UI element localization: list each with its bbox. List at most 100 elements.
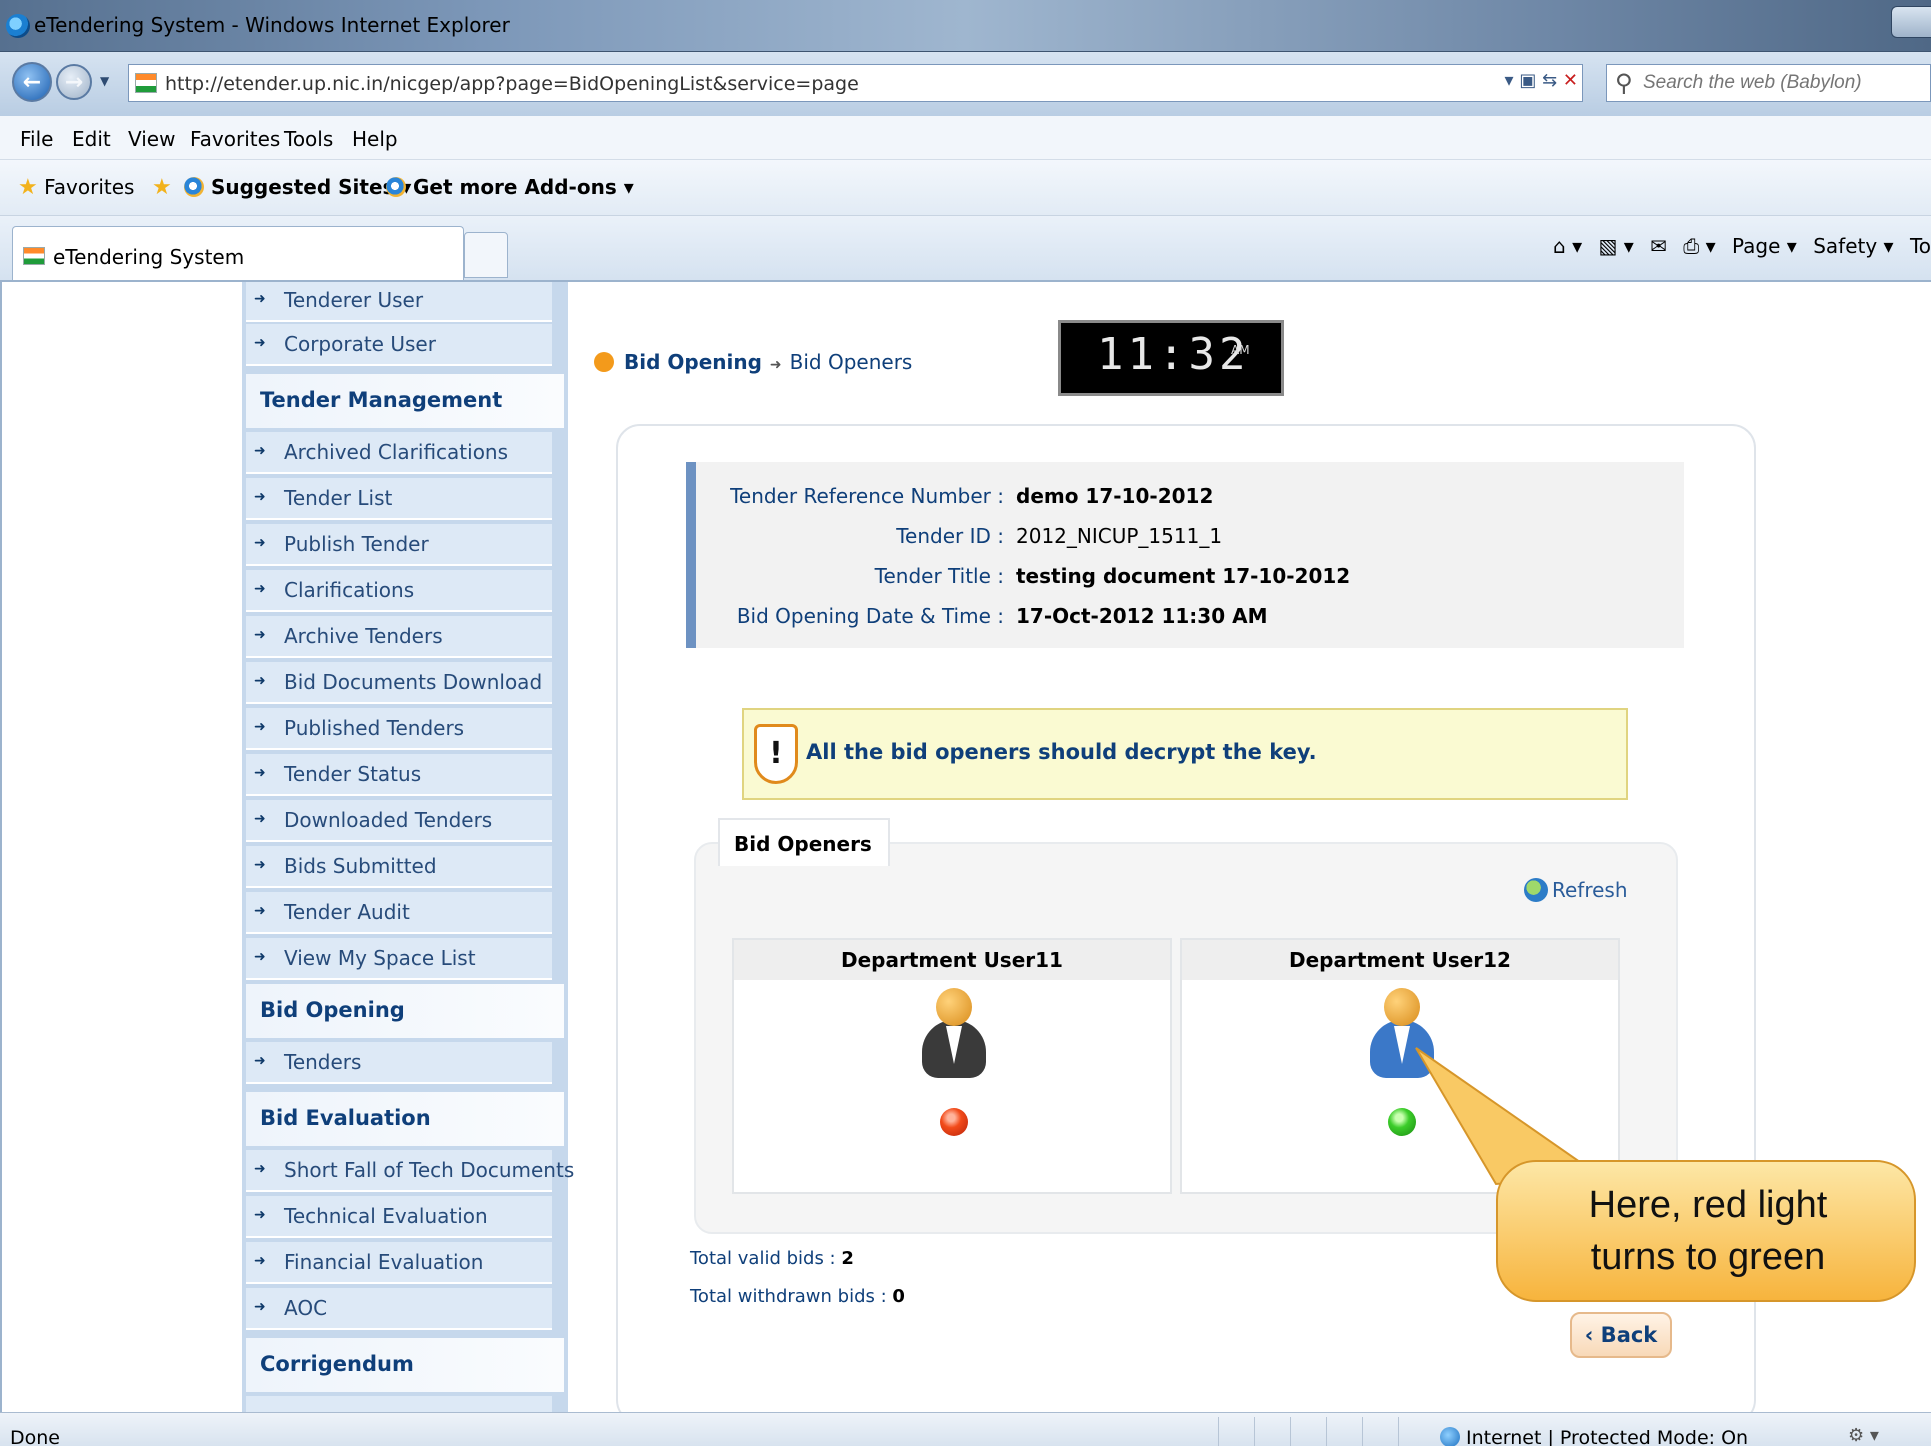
sidebar-item-published-tenders[interactable]: ➜ Published Tenders (246, 708, 552, 750)
minimize-button[interactable] (1891, 6, 1931, 38)
address-bar[interactable]: http://etender.up.nic.in/nicgep/app?page… (128, 64, 1583, 102)
print-icon[interactable]: ⎙ ▾ (1683, 234, 1715, 258)
tools-menu[interactable]: To (1910, 234, 1931, 258)
suggested-sites-button[interactable]: Suggested Sites ▾ (184, 175, 411, 199)
sidebar-item-bid-documents-download[interactable]: ➜ Bid Documents Download (246, 662, 552, 704)
search-icon[interactable]: ⚲ (1615, 69, 1633, 97)
bid-opening-date-value: 17-Oct-2012 11:30 AM (1016, 604, 1268, 628)
alert-box: ! All the bid openers should decrypt the… (742, 708, 1628, 800)
tender-title-label: Tender Title : (874, 564, 1004, 588)
sidebar-item-technical-evaluation[interactable]: ➜ Technical Evaluation (246, 1196, 552, 1238)
compatibility-view-icon[interactable]: ▣ (1519, 70, 1536, 91)
avatar-head (936, 988, 972, 1026)
mail-icon[interactable]: ✉ (1650, 234, 1667, 258)
sidebar-item-short-fall-of-tech-documents[interactable]: ➜ Short Fall of Tech Documents (246, 1150, 574, 1192)
callout-line2: turns to green (1590, 1236, 1826, 1278)
sidebar-item-downloaded-tenders[interactable]: ➜ Downloaded Tenders (246, 800, 552, 842)
menu-view[interactable]: View (128, 127, 175, 151)
zoom-icon[interactable]: ⚙ ▾ (1848, 1425, 1879, 1446)
tab-etendering[interactable]: eTendering System (12, 226, 464, 280)
sidebar-item-archive-tenders[interactable]: ➜ Archive Tenders (246, 616, 552, 658)
site-favicon-icon (135, 73, 157, 93)
dropdown-icon[interactable]: ▾ (1505, 70, 1514, 91)
menu-favorites[interactable]: Favorites (190, 127, 280, 151)
sidebar-item-financial-evaluation[interactable]: ➜ Financial Evaluation (246, 1242, 552, 1284)
arrow-right-icon: ➜ (254, 949, 266, 965)
history-dropdown-icon[interactable]: ▼ (100, 74, 109, 88)
address-tools: ▾ ▣ ⇆ ✕ (1505, 70, 1578, 91)
bid-opener-name: Department User11 (841, 948, 1063, 972)
sidebar-item-tender-status[interactable]: ➜ Tender Status (246, 754, 552, 796)
tender-id-label: Tender ID : (896, 524, 1004, 548)
sidebar-item-tenderer-user[interactable]: ➜ Tenderer User (246, 282, 552, 322)
status-bar: Done Internet | Protected Mode: On ⚙ ▾ (0, 1412, 1931, 1446)
sidebar-item-tenders[interactable]: ➜ Tenders (246, 1042, 552, 1084)
bid-opening-date-row: Bid Opening Date & Time : 17-Oct-2012 11… (696, 604, 1684, 638)
command-bar: ⌂ ▾ ▧ ▾ ✉ ⎙ ▾ Page ▾ Safety ▾ To (1543, 234, 1931, 258)
page-menu[interactable]: Page ▾ (1732, 234, 1797, 258)
sidebar-heading-bid-evaluation: Bid Evaluation (246, 1092, 564, 1146)
window-title: eTendering System - Windows Internet Exp… (34, 13, 510, 37)
menu-help[interactable]: Help (352, 127, 398, 151)
sidebar-item-view-my-space-list[interactable]: ➜ View My Space List (246, 938, 552, 980)
sidebar-item-tender-audit[interactable]: ➜ Tender Audit (246, 892, 552, 934)
status-separator (1290, 1417, 1291, 1446)
ie-page-icon (386, 177, 406, 197)
forward-button[interactable]: → (56, 64, 92, 100)
sidebar-item-clarifications[interactable]: ➜ Clarifications (246, 570, 552, 612)
url-text[interactable]: http://etender.up.nic.in/nicgep/app?page… (165, 73, 859, 95)
refresh-link[interactable]: Refresh (1524, 878, 1628, 902)
callout-bubble: Here, red light turns to green (1496, 1160, 1916, 1302)
stop-icon[interactable]: ✕ (1563, 70, 1578, 91)
callout-line1: Here, red light (1588, 1184, 1828, 1226)
site-favicon-icon (23, 247, 45, 265)
alert-message: All the bid openers should decrypt the k… (806, 740, 1317, 764)
safety-menu[interactable]: Safety ▾ (1813, 234, 1893, 258)
back-page-button[interactable]: ‹ Back (1570, 1312, 1672, 1358)
sidebar-item-tender-list[interactable]: ➜ Tender List (246, 478, 552, 520)
home-icon[interactable]: ⌂ ▾ (1553, 234, 1582, 258)
sidebar-item-corporate-user[interactable]: ➜ Corporate User (246, 324, 552, 366)
new-tab-button[interactable] (464, 232, 508, 278)
menu-file[interactable]: File (20, 127, 53, 151)
sidebar-item-publish-tender[interactable]: ➜ Publish Tender (246, 524, 552, 566)
get-addons-button[interactable]: Get more Add-ons ▾ (386, 175, 634, 199)
get-addons-label: Get more Add-ons ▾ (412, 175, 634, 199)
search-input[interactable] (1643, 71, 1923, 95)
menu-edit[interactable]: Edit (72, 127, 111, 151)
breadcrumb-separator-icon: ➜ (769, 357, 782, 373)
sidebar-item-aoc[interactable]: ➜ AOC (246, 1288, 552, 1330)
clock-time: 11:32 (1097, 329, 1250, 380)
back-arrow-icon: ← (22, 69, 42, 95)
add-to-favorites-button[interactable]: ★ (152, 175, 172, 200)
arrow-right-icon: ➜ (254, 673, 266, 689)
status-separator (1362, 1417, 1363, 1446)
tab-bar: eTendering System ⌂ ▾ ▧ ▾ ✉ ⎙ ▾ Page ▾ S… (0, 216, 1931, 282)
breadcrumb-bid-opening[interactable]: Bid Opening (624, 350, 762, 374)
sidebar: ➜ Tenderer User ➜ Corporate User Tender Ma… (242, 282, 574, 1412)
arrow-right-icon: ➜ (254, 765, 266, 781)
total-valid-value: 2 (841, 1248, 854, 1269)
sidebar-item-bids-submitted[interactable]: ➜ Bids Submitted (246, 846, 552, 888)
suggested-sites-label: Suggested Sites ▾ (210, 175, 412, 199)
feeds-icon[interactable]: ▧ ▾ (1598, 234, 1633, 258)
refresh-page-icon[interactable]: ⇆ (1542, 70, 1557, 91)
arrow-right-icon: ➜ (254, 581, 266, 597)
tab-bid-openers[interactable]: Bid Openers (718, 818, 890, 866)
refresh-icon (1524, 878, 1548, 902)
warning-shield-icon: ! (754, 724, 798, 784)
breadcrumb-bid-openers: Bid Openers (789, 350, 913, 374)
favorites-button[interactable]: ★ Favorites (18, 175, 134, 200)
security-zone[interactable]: Internet | Protected Mode: On (1440, 1427, 1748, 1446)
arrow-right-icon: ➜ (254, 627, 266, 643)
arrow-right-icon: ➜ (254, 719, 266, 735)
tender-ref-row: Tender Reference Number : demo 17-10-201… (696, 484, 1684, 518)
back-button[interactable]: ← (12, 62, 52, 102)
ie-logo-icon (6, 14, 30, 38)
sidebar-item-partial[interactable] (246, 1396, 552, 1412)
search-box[interactable]: ⚲ (1606, 64, 1931, 102)
menu-tools[interactable]: Tools (284, 127, 333, 151)
total-withdrawn-bids: Total withdrawn bids : 0 (690, 1286, 905, 1307)
tab-bid-openers-label: Bid Openers (734, 832, 872, 856)
sidebar-item-archived-clarifications[interactable]: ➜ Archived Clarifications (246, 432, 552, 474)
